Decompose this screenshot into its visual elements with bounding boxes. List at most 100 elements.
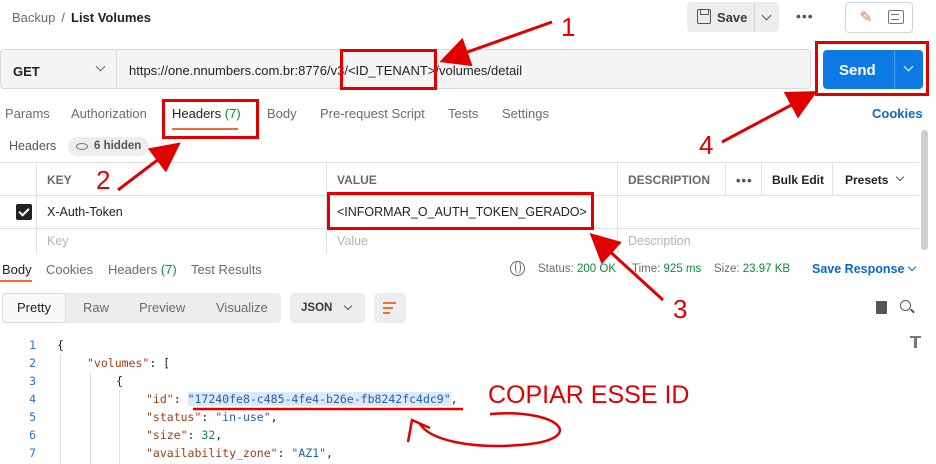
tab-tests[interactable]: Tests (448, 106, 478, 121)
line-number: 4 (29, 392, 36, 406)
annotation-number-2: 2 (96, 165, 111, 195)
annotation-copy-id-note: COPIAR ESSE ID (488, 381, 690, 409)
more-options-button[interactable]: ••• (796, 8, 814, 24)
save-dropdown-button[interactable] (754, 2, 779, 32)
response-tab-test-results[interactable]: Test Results (191, 262, 262, 277)
size-readout[interactable]: Size: 23.97 KB (714, 263, 790, 275)
line-number: 7 (29, 446, 36, 460)
hidden-headers-toggle[interactable]: 6 hidden (68, 137, 150, 156)
chevron-down-icon (343, 301, 353, 311)
line-number: 6 (29, 428, 36, 442)
view-mode-selector: Pretty Raw Preview Visualize (2, 293, 281, 323)
save-response-button[interactable]: Save Response (812, 262, 904, 276)
format-label: JSON (301, 302, 333, 314)
indent-guide (119, 390, 120, 464)
new-row-checkbox-cell (0, 229, 37, 254)
response-tab-headers[interactable]: Headers (7) (108, 262, 177, 277)
format-select[interactable]: JSON (290, 293, 365, 323)
cookies-link[interactable]: Cookies (872, 106, 923, 121)
presets-dropdown[interactable]: Presets (833, 163, 919, 195)
search-icon[interactable] (900, 300, 911, 311)
tab-body[interactable]: Body (267, 106, 297, 121)
code-line: "volumes": [ (87, 356, 171, 370)
chevron-down-icon (95, 61, 106, 72)
tab-settings[interactable]: Settings (502, 106, 549, 121)
tab-authorization[interactable]: Authorization (71, 106, 147, 121)
description-column-header: DESCRIPTION (618, 163, 726, 195)
breadcrumb-current[interactable]: List Volumes (71, 10, 151, 25)
pencil-icon[interactable]: ✎ (854, 6, 878, 30)
header-description-cell[interactable] (618, 196, 919, 228)
checkbox-checked-icon (16, 204, 32, 220)
save-label: Save (717, 10, 748, 25)
volume-id-value[interactable]: "17240fe8-c485-4fe4-b26e-fb8242fc4dc9" (187, 392, 451, 406)
response-tab-headers-count: (7) (160, 262, 177, 277)
method-select[interactable]: GET (1, 50, 117, 88)
documentation-icon[interactable] (888, 10, 904, 24)
response-tab-headers-label: Headers (108, 262, 158, 277)
time-readout[interactable]: Time: 925 ms (632, 263, 701, 275)
line-number: 2 (29, 356, 36, 370)
annotation-box-send (815, 41, 929, 96)
tab-pre-request-script[interactable]: Pre-request Script (320, 106, 425, 121)
annotation-number-4: 4 (699, 130, 714, 160)
response-tab-body[interactable]: Body (2, 262, 32, 277)
code-line: { (116, 374, 123, 388)
indent-guide (60, 354, 61, 464)
copy-icon[interactable] (876, 301, 887, 314)
status-readout[interactable]: Status: 200 OK (538, 263, 616, 275)
code-line: { (57, 338, 64, 352)
breadcrumb: Backup / List Volumes (12, 10, 151, 25)
new-value-input[interactable]: Value (327, 229, 618, 254)
globe-icon[interactable] (510, 261, 525, 276)
view-visualize-button[interactable]: Visualize (216, 293, 268, 323)
save-icon (697, 9, 711, 24)
response-active-tab-indicator (0, 280, 32, 282)
annotation-box-tenant (340, 49, 437, 90)
code-line: "id": "17240fe8-c485-4fe4-b26e-fb8242fc4… (146, 392, 458, 406)
method-label: GET (13, 64, 40, 79)
top-bar: Backup / List Volumes Save ••• ✎ (0, 0, 936, 36)
eye-icon (76, 143, 88, 150)
code-line: "availability_zone": "AZ1", (146, 446, 333, 460)
breadcrumb-separator: / (61, 10, 65, 25)
curved-arrow-head (406, 418, 431, 443)
view-raw-button[interactable]: Raw (83, 293, 109, 323)
scroll-to-top-icon[interactable] (910, 336, 921, 348)
annotation-box-headers (162, 99, 259, 139)
key-column-header: KEY (37, 163, 327, 195)
curved-arrow (418, 412, 561, 448)
arrow-4 (721, 91, 818, 144)
column-options-button[interactable]: ••• (726, 163, 762, 195)
url-input[interactable]: https://one.nnumbers.com.br:8776/v3/<ID_… (129, 63, 522, 78)
annotation-box-token (327, 192, 594, 230)
header-key-cell[interactable]: X-Auth-Token (37, 196, 327, 228)
line-number: 5 (29, 410, 36, 424)
chevron-down-icon[interactable] (907, 262, 917, 272)
wrap-lines-button[interactable] (374, 293, 406, 323)
request-scrollbar[interactable] (921, 130, 928, 250)
chevron-down-icon (895, 172, 905, 182)
tab-params[interactable]: Params (5, 106, 50, 121)
view-preview-button[interactable]: Preview (139, 293, 185, 323)
code-line: "status": "in-use", (146, 410, 278, 424)
new-description-input[interactable]: Description (618, 229, 919, 254)
annotation-number-3: 3 (673, 294, 688, 324)
response-tab-cookies[interactable]: Cookies (46, 262, 93, 277)
side-panel-toggle: ✎ (845, 2, 913, 33)
code-line: "size": 32, (146, 428, 223, 442)
table-row-new: Key Value Description (0, 229, 919, 254)
breadcrumb-parent[interactable]: Backup (12, 10, 55, 25)
hidden-headers-label: 6 hidden (94, 140, 142, 152)
line-number: 1 (29, 338, 36, 352)
view-pretty-button[interactable]: Pretty (2, 293, 66, 323)
indent-guide (90, 372, 91, 464)
headers-section-label: Headers (9, 139, 57, 153)
annotation-number-1: 1 (561, 12, 576, 42)
row-enable-checkbox[interactable] (0, 196, 37, 228)
value-column-header: VALUE (327, 163, 618, 195)
bulk-edit-button[interactable]: Bulk Edit (762, 163, 833, 195)
new-key-input[interactable]: Key (37, 229, 327, 254)
checkbox-column-header (0, 163, 37, 195)
line-number: 3 (29, 374, 36, 388)
